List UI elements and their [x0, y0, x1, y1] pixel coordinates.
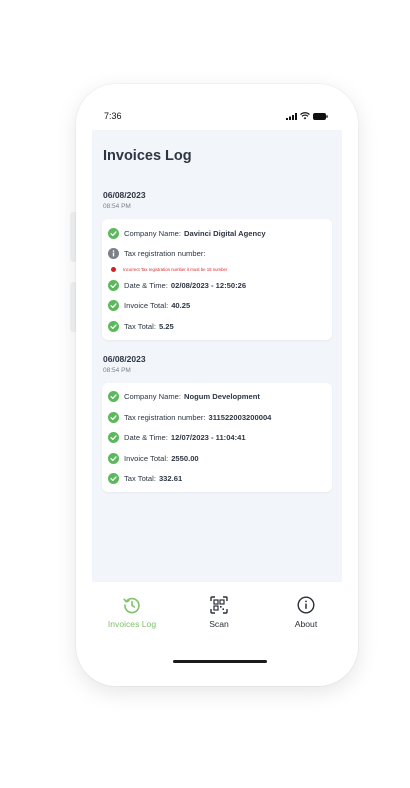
history-icon — [123, 597, 140, 614]
check-circle-icon — [108, 473, 119, 485]
tax-total-value: 332.61 — [158, 474, 183, 484]
invoice-entry: 06/08/2023 08:54 PM Company Name: Nogum … — [102, 353, 332, 492]
check-circle-icon — [108, 300, 119, 312]
check-circle-icon — [108, 391, 119, 403]
date-time-row: Date & Time: 12/07/2023 - 11:04:41 — [108, 428, 332, 449]
invoice-entry: 06/08/2023 08:54 PM Company Name: Davinc… — [102, 190, 332, 340]
date-time-value: 02/08/2023 - 12:50:26 — [170, 280, 247, 290]
check-circle-icon — [108, 227, 119, 239]
tax-registration-error: Incorrect Tax registration number it mus… — [108, 264, 332, 275]
tab-scan[interactable]: Scan — [184, 596, 254, 629]
invoice-date: 06/08/2023 — [103, 190, 146, 200]
error-message: Incorrect Tax registration number it mus… — [123, 267, 228, 272]
phone-frame: 7:36 Invoices Log 06/08/2023 08:54 PM Co… — [76, 84, 358, 686]
tab-invoices-log-label: Invoices Log — [107, 619, 157, 629]
bottom-tab-bar: Invoices Log Scan About — [92, 582, 342, 668]
phone-screen: 7:36 Invoices Log 06/08/2023 08:54 PM Co… — [92, 102, 342, 668]
status-icons — [286, 112, 328, 120]
invoice-total-value: 40.25 — [171, 301, 191, 311]
company-name-label: Company Name: — [124, 228, 181, 238]
check-circle-icon — [108, 320, 119, 332]
tax-total-row: Tax Total: 332.61 — [108, 469, 332, 490]
signal-icon — [286, 112, 297, 120]
date-time-row: Date & Time: 02/08/2023 - 12:50:26 — [108, 275, 332, 296]
company-name-value: Nogum Development — [183, 392, 260, 402]
tab-scan-label: Scan — [209, 619, 229, 629]
invoices-log-content[interactable]: Invoices Log 06/08/2023 08:54 PM Company… — [92, 130, 342, 582]
company-name-row: Company Name: Davinci Digital Agency — [108, 223, 332, 244]
tax-registration-value: 311522003200004 — [208, 412, 272, 422]
tab-about[interactable]: About — [271, 596, 341, 629]
date-time-value: 12/07/2023 - 11:04:41 — [170, 433, 246, 443]
invoice-total-label: Invoice Total: — [124, 453, 169, 463]
tax-total-value: 5.25 — [158, 321, 174, 331]
tax-total-row: Tax Total: 5.25 — [108, 316, 332, 337]
tax-registration-row: Tax registration number: — [108, 244, 332, 265]
status-bar: 7:36 — [92, 102, 342, 130]
tab-about-label: About — [294, 619, 318, 629]
qr-scan-icon — [210, 596, 228, 614]
invoice-date: 06/08/2023 — [103, 353, 146, 364]
invoice-total-label: Invoice Total: — [124, 301, 169, 311]
invoice-card[interactable]: Company Name: Davinci Digital Agency Tax… — [102, 219, 332, 340]
tax-registration-row: Tax registration number: 311522003200004 — [108, 407, 332, 428]
invoice-total-row: Invoice Total: 40.25 — [108, 296, 332, 317]
company-name-row: Company Name: Nogum Development — [108, 387, 332, 408]
company-name-value: Davinci Digital Agency — [183, 228, 266, 238]
date-time-label: Date & Time: — [124, 280, 168, 290]
invoice-card[interactable]: Company Name: Nogum Development Tax regi… — [102, 382, 332, 492]
check-circle-icon — [108, 432, 119, 444]
check-circle-icon — [108, 411, 119, 423]
invoice-total-value: 2550.00 — [171, 453, 199, 463]
wifi-icon — [300, 112, 310, 120]
tab-invoices-log[interactable]: Invoices Log — [97, 596, 167, 629]
status-time: 7:36 — [104, 111, 122, 121]
invoice-time: 08:54 PM — [103, 366, 131, 374]
battery-icon — [313, 112, 328, 120]
error-dot-icon — [111, 267, 116, 272]
tax-registration-label: Tax registration number: — [124, 249, 206, 259]
tax-total-label: Tax Total: — [124, 474, 156, 484]
date-time-label: Date & Time: — [124, 433, 168, 443]
page-title: Invoices Log — [103, 148, 192, 164]
invoice-total-row: Invoice Total: 2550.00 — [108, 448, 332, 469]
company-name-label: Company Name: — [124, 392, 181, 402]
tax-total-label: Tax Total: — [124, 321, 156, 331]
info-circle-icon — [108, 248, 119, 260]
check-circle-icon — [108, 452, 119, 464]
invoice-time: 08:54 PM — [103, 203, 131, 210]
tax-registration-label: Tax registration number: — [124, 412, 206, 422]
home-indicator — [173, 660, 267, 663]
info-icon — [297, 596, 315, 614]
check-circle-icon — [108, 279, 119, 291]
